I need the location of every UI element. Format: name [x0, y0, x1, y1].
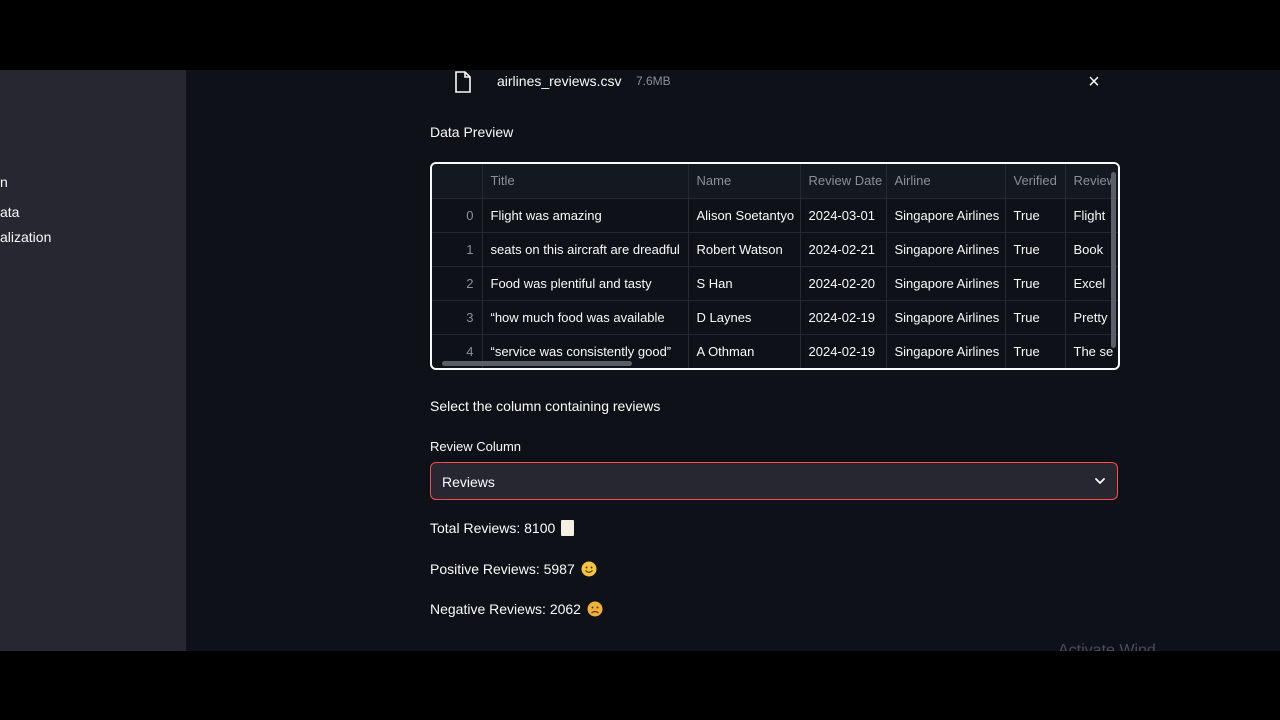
sidebar-item-3[interactable]: alization	[0, 229, 51, 245]
sidebar-item-2[interactable]: ata	[0, 204, 19, 220]
cell-verified[interactable]: True	[1005, 232, 1066, 267]
cell-date[interactable]: 2024-03-01	[800, 198, 887, 233]
cell-airline[interactable]: Singapore Airlines	[886, 232, 1006, 267]
cell-date[interactable]: 2024-02-21	[800, 232, 887, 267]
main-content: airlines_reviews.csv 7.6MB × Data Previe…	[430, 70, 1120, 651]
sidebar-item-1[interactable]: n	[0, 174, 8, 190]
smiling-face-icon	[581, 561, 597, 577]
cell-name[interactable]: S Han	[688, 266, 801, 301]
cell-title[interactable]: seats on this aircraft are dreadful	[482, 232, 689, 267]
total-reviews: Total Reviews: 8100	[430, 520, 575, 536]
table-row[interactable]: 3 “how much food was available D Laynes …	[432, 300, 1118, 335]
cell-name[interactable]: Robert Watson	[688, 232, 801, 267]
cell-date[interactable]: 2024-02-19	[800, 334, 887, 368]
cell-verified[interactable]: True	[1005, 300, 1066, 335]
cell-airline[interactable]: Singapore Airlines	[886, 300, 1006, 335]
negative-reviews-text: Negative Reviews: 2062	[430, 601, 581, 617]
total-reviews-text: Total Reviews: 8100	[430, 520, 556, 536]
activate-windows-watermark: Activate Wind	[1058, 642, 1156, 651]
cell-verified[interactable]: True	[1005, 198, 1066, 233]
cell-verified[interactable]: True	[1005, 334, 1066, 368]
cell-verified[interactable]: True	[1005, 266, 1066, 301]
cell-airline[interactable]: Singapore Airlines	[886, 198, 1006, 233]
cell-name[interactable]: D Laynes	[688, 300, 801, 335]
disappointed-face-icon	[587, 601, 603, 617]
file-size: 7.6MB	[636, 74, 671, 88]
column-header-review-date[interactable]: Review Date	[800, 164, 887, 199]
data-preview-heading: Data Preview	[430, 124, 514, 140]
cell-airline[interactable]: Singapore Airlines	[886, 266, 1006, 301]
column-header-name[interactable]: Name	[688, 164, 801, 199]
review-column-value: Reviews	[442, 474, 495, 490]
select-prompt: Select the column containing reviews	[430, 398, 661, 414]
table-row[interactable]: 2 Food was plentiful and tasty S Han 202…	[432, 266, 1118, 301]
table-header-row: Title Name Review Date Airline Verified …	[432, 164, 1118, 199]
cell-date[interactable]: 2024-02-19	[800, 300, 887, 335]
column-header-title[interactable]: Title	[482, 164, 689, 199]
memo-icon	[561, 520, 575, 536]
row-index: 3	[432, 300, 483, 335]
cell-airline[interactable]: Singapore Airlines	[886, 334, 1006, 368]
review-column-select[interactable]: Reviews	[430, 462, 1118, 500]
review-column-label: Review Column	[430, 439, 522, 454]
cell-date[interactable]: 2024-02-20	[800, 266, 887, 301]
file-icon	[455, 71, 471, 93]
horizontal-scrollbar[interactable]	[442, 361, 632, 366]
uploaded-file: airlines_reviews.csv 7.6MB ×	[430, 70, 1120, 94]
column-header-index[interactable]	[432, 164, 483, 199]
data-preview-table[interactable]: Title Name Review Date Airline Verified …	[430, 162, 1120, 370]
table-row[interactable]: 0 Flight was amazing Alison Soetantyo 20…	[432, 198, 1118, 233]
chevron-down-icon	[1095, 478, 1105, 484]
row-index: 1	[432, 232, 483, 267]
cell-name[interactable]: A Othman	[688, 334, 801, 368]
column-header-verified[interactable]: Verified	[1005, 164, 1066, 199]
vertical-scrollbar[interactable]	[1111, 172, 1116, 348]
cell-title[interactable]: Flight was amazing	[482, 198, 689, 233]
row-index: 0	[432, 198, 483, 233]
file-name: airlines_reviews.csv	[497, 73, 622, 89]
sidebar: n ata alization	[0, 70, 186, 651]
app-frame: n ata alization airlines_reviews.csv 7.6…	[0, 70, 1280, 651]
cell-title[interactable]: Food was plentiful and tasty	[482, 266, 689, 301]
positive-reviews: Positive Reviews: 5987	[430, 561, 597, 577]
table-row[interactable]: 1 seats on this aircraft are dreadful Ro…	[432, 232, 1118, 267]
cell-title[interactable]: “how much food was available	[482, 300, 689, 335]
cell-name[interactable]: Alison Soetantyo	[688, 198, 801, 233]
column-header-airline[interactable]: Airline	[886, 164, 1006, 199]
negative-reviews: Negative Reviews: 2062	[430, 601, 603, 617]
row-index: 2	[432, 266, 483, 301]
positive-reviews-text: Positive Reviews: 5987	[430, 561, 575, 577]
close-icon[interactable]: ×	[1084, 72, 1104, 92]
